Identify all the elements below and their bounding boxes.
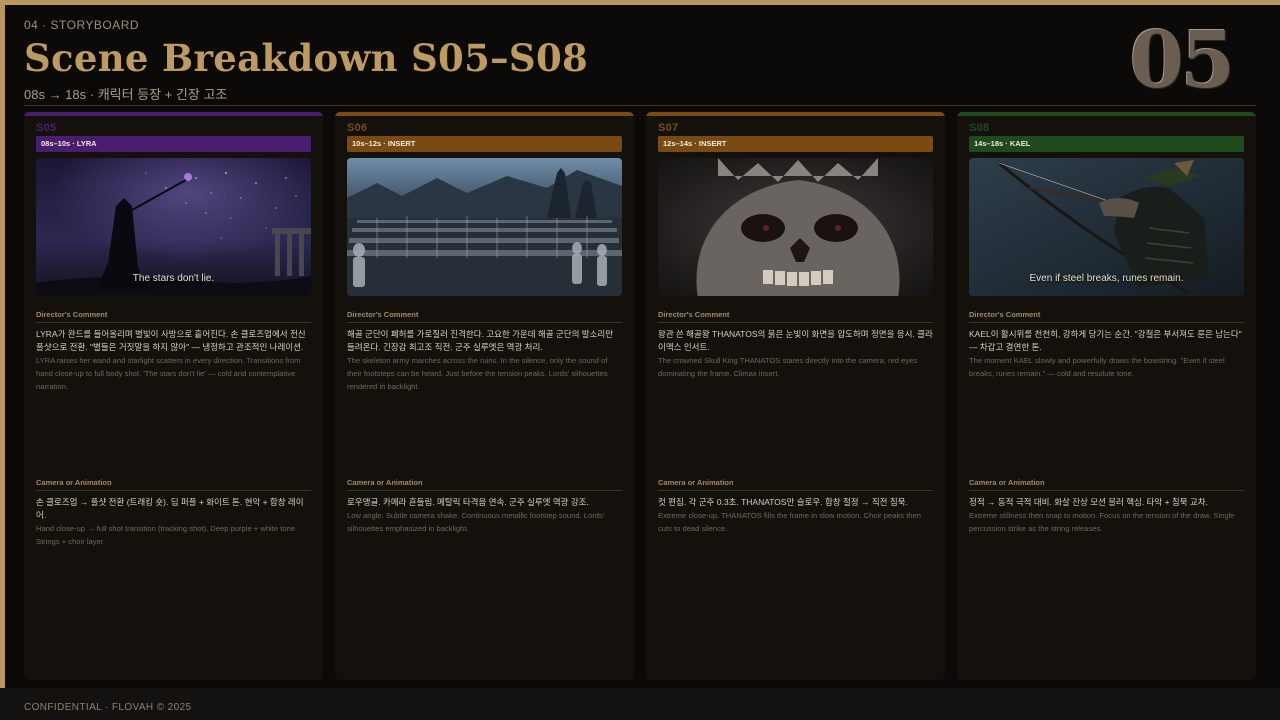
camera-note-en: Extreme close-up. THANATOS fills the fra… bbox=[658, 511, 921, 533]
card-accent-bar bbox=[646, 112, 945, 116]
scene-id: S05 bbox=[36, 122, 57, 134]
scene-timing-tag: 14s–18s · KAEL bbox=[969, 136, 1244, 152]
scene-id: S06 bbox=[347, 122, 368, 134]
scene-image-skull-king bbox=[658, 158, 933, 296]
scene-id: S08 bbox=[969, 122, 990, 134]
directors-comment-ko: LYRA가 완드를 들어올리며 별빛이 사방으로 흩어진다. 손 클로즈업에서 … bbox=[36, 329, 306, 352]
page-header: 04 · STORYBOARD Scene Breakdown S05–S08 … bbox=[24, 0, 1256, 106]
page-subtitle: 08s → 18s · 캐릭터 등장 + 긴장 고조 bbox=[24, 87, 228, 102]
camera-note-ko: 로우앵글. 카메라 흔들림. 메탈릭 타격음 연속. 군주 실루엣 역광 강조. bbox=[347, 497, 589, 507]
card-accent-bar bbox=[24, 112, 323, 116]
scene-image-kael: Even if steel breaks, runes remain. bbox=[969, 158, 1244, 296]
directors-comment-ko: 왕관 쓴 해골왕 THANATOS의 붉은 눈빛이 화면을 압도하며 정면을 응… bbox=[658, 329, 933, 352]
scene-card-s05[interactable]: S05 08s–10s · LYRA The stars don't lie. … bbox=[24, 112, 323, 680]
directors-comment-label: Director's Comment bbox=[969, 310, 1244, 323]
page-footer: CONFIDENTIAL · FLOVAH © 2025 bbox=[0, 688, 1280, 720]
scene-id: S07 bbox=[658, 122, 679, 134]
scene-timing-tag: 10s–12s · INSERT bbox=[347, 136, 622, 152]
directors-comment-label: Director's Comment bbox=[36, 310, 311, 323]
directors-comment-ko: 해골 군단이 폐허를 가로질러 진격한다. 고요한 가운데 해골 군단의 발소리… bbox=[347, 329, 614, 352]
card-accent-bar bbox=[335, 112, 634, 116]
scene-card-s07[interactable]: S07 12s–14s · INSERT Director's Comment bbox=[646, 112, 945, 680]
camera-note-ko: 손 클로즈업 → 풀샷 전환 (트래킹 숏). 딥 퍼플 + 화이트 톤. 현악… bbox=[36, 497, 304, 520]
scene-timing-tag: 12s–14s · INSERT bbox=[658, 136, 933, 152]
directors-comment-label: Director's Comment bbox=[658, 310, 933, 323]
directors-comment-en: The crowned Skull King THANATOS stares d… bbox=[658, 356, 918, 378]
camera-label: Camera or Animation bbox=[36, 478, 311, 491]
scene-image-skeleton-army bbox=[347, 158, 622, 296]
directors-comment-label: Director's Comment bbox=[347, 310, 622, 323]
camera-label: Camera or Animation bbox=[969, 478, 1244, 491]
camera-note-ko: 컷 편집. 각 군주 0.3초. THANATOS만 슬로우. 합창 절정 → … bbox=[658, 497, 908, 507]
left-accent-border bbox=[0, 0, 5, 688]
card-accent-bar bbox=[957, 112, 1256, 116]
scene-timing-tag: 08s–10s · LYRA bbox=[36, 136, 311, 152]
camera-note-en: Extreme stillness then snap to motion. F… bbox=[969, 511, 1235, 533]
scene-card-s06[interactable]: S06 10s–12s · INSERT Director's Comment … bbox=[335, 112, 634, 680]
scene-card-s08[interactable]: S08 14s–18s · KAEL Even if steel breaks,… bbox=[957, 112, 1256, 680]
camera-note-en: Low angle. Subtle camera shake. Continuo… bbox=[347, 511, 605, 533]
camera-note-ko: 정적 → 동적 극적 대비. 화살 잔상 모션 블러 핵심. 타악 + 침묵 교… bbox=[969, 497, 1208, 507]
camera-note-en: Hand close-up → full shot transition (tr… bbox=[36, 524, 298, 546]
scene-caption: Even if steel breaks, runes remain. bbox=[1029, 273, 1184, 284]
camera-label: Camera or Animation bbox=[347, 478, 622, 491]
directors-comment-en: LYRA raises her wand and starlight scatt… bbox=[36, 356, 301, 391]
scene-image-lyra: The stars don't lie. bbox=[36, 158, 311, 296]
camera-label: Camera or Animation bbox=[658, 478, 933, 491]
section-number-emblem: 05 bbox=[1129, 15, 1235, 106]
scene-caption: The stars don't lie. bbox=[132, 273, 215, 284]
directors-comment-en: The skeleton army marches across the rui… bbox=[347, 356, 608, 391]
page-title: Scene Breakdown S05–S08 bbox=[24, 36, 589, 80]
directors-comment-en: The moment KAEL slowly and powerfully dr… bbox=[969, 356, 1225, 378]
footer-text: CONFIDENTIAL · FLOVAH © 2025 bbox=[24, 702, 192, 713]
directors-comment-ko: KAEL이 활시위를 천천히, 강하게 당기는 순간. "강철은 부서져도 룬은… bbox=[969, 329, 1242, 352]
section-eyebrow: 04 · STORYBOARD bbox=[24, 18, 140, 32]
